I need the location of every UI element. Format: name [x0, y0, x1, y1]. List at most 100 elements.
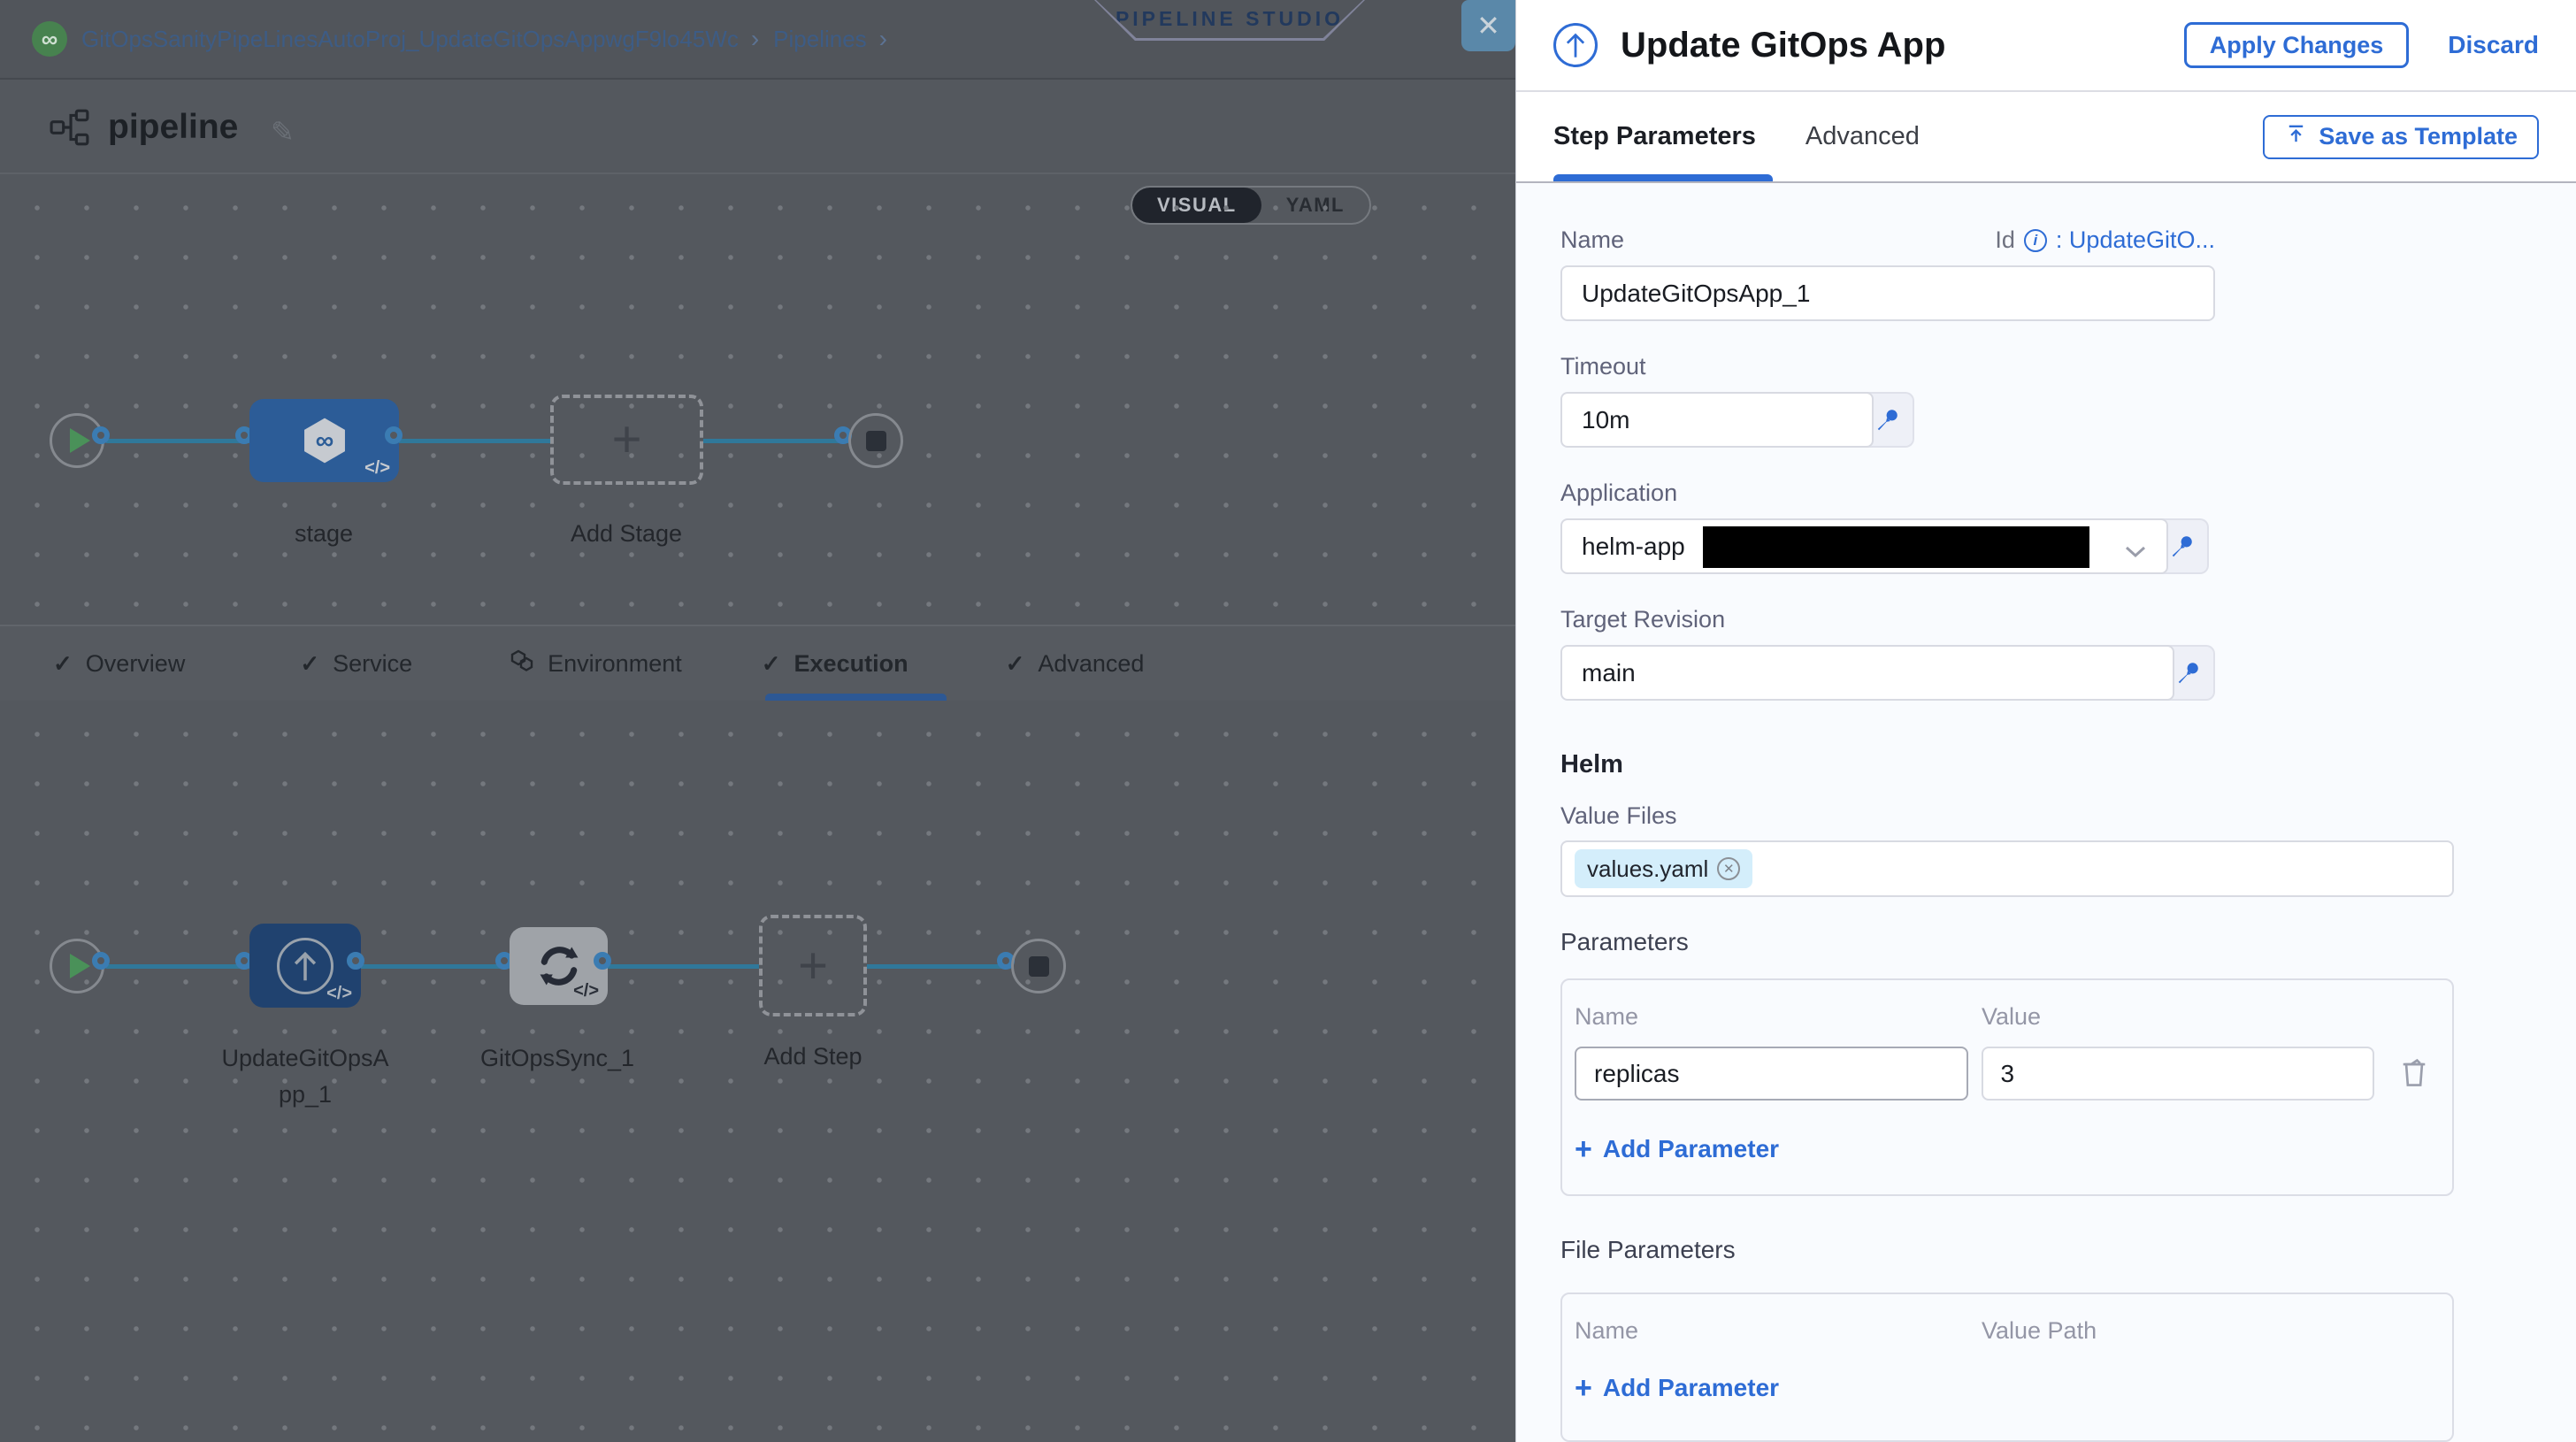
- execution-graph-canvas: </> </> + UpdateGitOpsAp: [0, 701, 1515, 1442]
- timeout-label: Timeout: [1560, 353, 2453, 380]
- value-file-chip: values.yaml ✕: [1575, 849, 1752, 888]
- execution-end-node: [1011, 939, 1066, 993]
- apply-changes-button[interactable]: Apply Changes: [2184, 22, 2410, 68]
- check-icon: ✓: [1006, 650, 1025, 678]
- check-icon: ✓: [300, 650, 319, 678]
- pipeline-title-bar: pipeline ✎ VISUAL YAML: [0, 80, 1515, 174]
- pushpin-icon: [1874, 407, 1901, 433]
- name-input[interactable]: [1560, 265, 2215, 321]
- id-label: Id: [1995, 226, 2015, 254]
- delete-parameter-button[interactable]: [2399, 1055, 2429, 1092]
- file-param-value-path-column-header: Value Path: [1982, 1317, 2097, 1345]
- trash-icon: [2399, 1055, 2429, 1089]
- discard-button[interactable]: Discard: [2448, 31, 2539, 59]
- add-step-button[interactable]: +: [759, 915, 867, 1016]
- tab-environment[interactable]: Environment: [510, 648, 682, 679]
- gitops-sync-step-node[interactable]: </>: [510, 927, 608, 1005]
- value-files-input[interactable]: values.yaml ✕: [1560, 840, 2454, 897]
- plus-icon: +: [1575, 1373, 1592, 1403]
- redacted-value: [1703, 526, 2089, 568]
- connector-line: [867, 964, 1011, 969]
- active-drawer-tab-underline: [1553, 174, 1773, 181]
- add-stage-button[interactable]: +: [550, 395, 703, 485]
- arrow-up-circle-icon: [277, 938, 334, 994]
- plus-icon: +: [1575, 1134, 1592, 1164]
- connector-dot: [385, 426, 402, 444]
- stage-node[interactable]: ∞ </>: [249, 399, 399, 482]
- pipeline-canvas-area: ∞ GitOpsSanityPipeLinesAutoProj_UpdateGi…: [0, 0, 1515, 1442]
- step-parameters-form: Name Id i : UpdateGitO... Timeout Applic…: [1516, 183, 2576, 1442]
- id-value-link[interactable]: : UpdateGitO...: [2056, 226, 2215, 254]
- code-badge-icon: </>: [364, 458, 390, 479]
- info-icon[interactable]: i: [2024, 229, 2047, 252]
- upload-icon: [2284, 122, 2308, 152]
- pipeline-studio-app: ∞ GitOpsSanityPipeLinesAutoProj_UpdateGi…: [0, 0, 2576, 1442]
- play-icon: [70, 954, 90, 978]
- code-badge-icon: </>: [326, 984, 352, 1004]
- stage-node-label: stage: [235, 516, 412, 552]
- tab-advanced-drawer[interactable]: Advanced: [1806, 122, 1920, 151]
- remove-chip-icon[interactable]: ✕: [1717, 857, 1740, 880]
- param-name-column-header: Name: [1575, 1003, 1982, 1031]
- pipeline-name-title: pipeline: [108, 108, 238, 147]
- step2-label: GitOpsSync_1: [469, 1040, 646, 1077]
- tab-execution[interactable]: ✓ Execution: [762, 650, 908, 678]
- chevron-down-icon: [2124, 538, 2147, 566]
- add-file-parameter-button[interactable]: + Add Parameter: [1575, 1373, 2429, 1403]
- application-select[interactable]: helm-app: [1560, 518, 2168, 574]
- parameters-card: Name Value + Add Parameter: [1560, 978, 2454, 1196]
- target-revision-label: Target Revision: [1560, 606, 2453, 633]
- param-value-input[interactable]: [1982, 1047, 2375, 1101]
- plus-icon: +: [798, 940, 828, 992]
- param-name-input[interactable]: [1575, 1047, 1968, 1101]
- connector-dot: [92, 426, 110, 444]
- breadcrumb-pipelines-link[interactable]: Pipelines: [773, 26, 867, 53]
- drawer-title: Update GitOps App: [1621, 26, 1945, 65]
- param-value-column-header: Value: [1982, 1003, 2041, 1031]
- helm-section-heading: Helm: [1560, 750, 2453, 779]
- connector-line: [106, 439, 249, 443]
- close-icon: ✕: [1476, 9, 1500, 42]
- play-icon: [70, 428, 90, 453]
- add-stage-label: Add Stage: [538, 516, 715, 552]
- application-label: Application: [1560, 479, 2453, 507]
- tab-advanced[interactable]: ✓ Advanced: [1006, 650, 1145, 678]
- add-parameter-button[interactable]: + Add Parameter: [1575, 1134, 2429, 1164]
- tab-step-parameters[interactable]: Step Parameters: [1553, 122, 1756, 151]
- update-gitops-app-step-node[interactable]: </>: [249, 924, 361, 1008]
- step-id: Id i : UpdateGitO...: [1995, 226, 2215, 254]
- plus-icon: +: [612, 414, 642, 465]
- timeout-input[interactable]: [1560, 392, 1874, 448]
- tab-service[interactable]: ✓ Service: [300, 650, 412, 678]
- stop-icon: [1029, 956, 1049, 977]
- stage-tab-bar: ✓ Overview ✓ Service Environment ✓ Execu…: [0, 625, 1515, 701]
- step-config-drawer: Update GitOps App Apply Changes Discard …: [1515, 0, 2576, 1442]
- stage-graph-canvas: ∞ </> + stage Add Stage: [0, 174, 1515, 625]
- breadcrumb-project-link[interactable]: GitOpsSanityPipeLinesAutoProj_UpdateGitO…: [81, 26, 739, 53]
- connector-dot: [594, 952, 611, 970]
- svg-text:∞: ∞: [315, 427, 334, 456]
- step1-label: UpdateGitOpsApp_1: [218, 1040, 392, 1112]
- pipeline-studio-badge: PIPELINE STUDIO: [1094, 0, 1365, 41]
- code-badge-icon: </>: [573, 981, 599, 1001]
- tab-overview[interactable]: ✓ Overview: [53, 650, 185, 678]
- target-revision-input[interactable]: [1560, 645, 2174, 701]
- connector-line: [703, 439, 848, 443]
- check-icon: ✓: [53, 650, 73, 678]
- connector-line: [399, 439, 550, 443]
- pipeline-flowchart-icon: [50, 109, 90, 150]
- file-param-name-column-header: Name: [1575, 1317, 1982, 1345]
- name-label: Name: [1560, 226, 1624, 254]
- pushpin-icon: [2169, 533, 2196, 560]
- file-parameters-label: File Parameters: [1560, 1236, 2453, 1264]
- parameters-label: Parameters: [1560, 928, 2453, 956]
- save-as-template-button[interactable]: Save as Template: [2263, 115, 2539, 159]
- drawer-header: Update GitOps App Apply Changes Discard: [1516, 0, 2576, 92]
- update-gitops-app-step-icon: [1553, 23, 1598, 67]
- drawer-tab-bar: Step Parameters Advanced Save as Templat…: [1516, 92, 2576, 183]
- close-drawer-button[interactable]: ✕: [1461, 0, 1515, 51]
- edit-pencil-icon[interactable]: ✎: [271, 115, 295, 149]
- gitops-hexagon-icon: ∞: [299, 415, 350, 466]
- connector-line: [608, 964, 759, 969]
- connector-line: [361, 964, 510, 969]
